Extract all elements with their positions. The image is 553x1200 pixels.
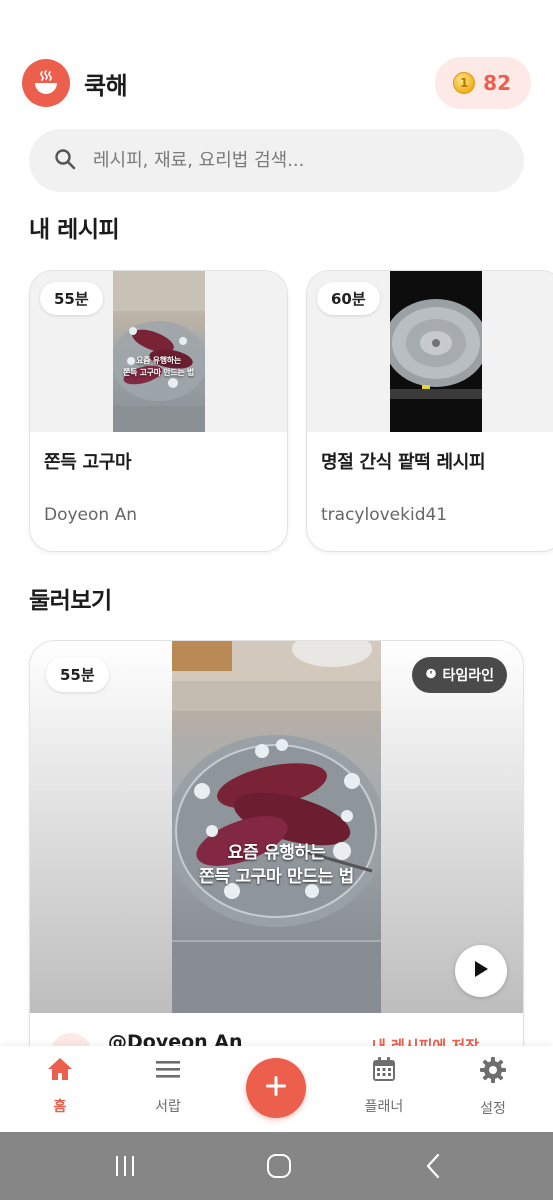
timeline-button[interactable]: 타임라인	[412, 657, 507, 693]
nav-settings-label: 설정	[480, 1101, 506, 1117]
points-badge[interactable]: 1 82	[435, 57, 531, 109]
cook-time-badge: 60분	[317, 282, 380, 315]
recipe-author: tracylovekid41	[321, 505, 448, 525]
recipe-card[interactable]: 60분 명절 간식 팥떡 레시피 tracylovekid41	[306, 270, 553, 552]
nav-home[interactable]: 홈	[20, 1056, 100, 1116]
search-bar[interactable]	[29, 129, 524, 192]
plus-icon	[263, 1073, 289, 1103]
nav-planner-label: 플래너	[364, 1099, 404, 1115]
search-input[interactable]	[93, 150, 473, 171]
gear-icon	[479, 1056, 507, 1088]
recipe-thumbnail: 요즘 유행하는 쫀득 고구마 만드는 법	[112, 271, 205, 432]
timeline-label: 타임라인	[442, 668, 494, 684]
timer-icon	[425, 667, 437, 683]
recipe-thumbnail	[389, 271, 482, 432]
rice-bowl-icon	[22, 59, 70, 107]
my-recipes-title: 내 레시피	[29, 217, 120, 243]
search-icon	[53, 147, 77, 175]
my-recipes-list: 요즘 유행하는 쫀득 고구마 만드는 법 55분 쫀득 고구마 Doyeon A…	[29, 270, 553, 552]
video-caption: 요즘 유행하는 쫀득 고구마 만드는 법	[199, 843, 354, 887]
recipe-author: Doyeon An	[44, 505, 137, 525]
add-recipe-button[interactable]	[246, 1058, 306, 1118]
nav-library[interactable]: 서랍	[128, 1056, 208, 1116]
explore-recipe-card[interactable]: 요즘 유행하는 쫀득 고구마 만드는 법 55분 타임라인 @Doyeon An…	[29, 640, 524, 1110]
video-area: 요즘 유행하는 쫀득 고구마 만드는 법 55분 타임라인	[30, 641, 523, 1013]
recent-apps-icon[interactable]	[105, 1152, 145, 1180]
points-value: 82	[483, 71, 511, 95]
recipe-card[interactable]: 요즘 유행하는 쫀득 고구마 만드는 법 55분 쫀득 고구마 Doyeon A…	[29, 270, 288, 552]
play-icon	[472, 959, 490, 983]
coin-icon: 1	[453, 72, 476, 94]
menu-icon	[154, 1056, 182, 1086]
cook-time-badge: 55분	[46, 657, 109, 692]
cook-time-badge: 55분	[40, 282, 103, 315]
video-thumbnail[interactable]: 요즘 유행하는 쫀득 고구마 만드는 법	[172, 641, 381, 1013]
nav-library-label: 서랍	[155, 1099, 181, 1115]
app-title: 쿡해	[84, 71, 128, 100]
nav-planner[interactable]: 플래너	[344, 1056, 424, 1116]
thumbnail-caption: 요즘 유행하는 쫀득 고구마 만드는 법	[123, 356, 194, 377]
home-icon	[46, 1056, 74, 1086]
brand: 쿡해	[22, 59, 128, 107]
back-icon[interactable]	[414, 1152, 454, 1180]
nav-home-label: 홈	[53, 1099, 67, 1115]
nav-settings[interactable]: 설정	[453, 1056, 533, 1118]
explore-title: 둘러보기	[29, 588, 112, 614]
bottom-navigation: 홈 서랍 플래너 설정	[0, 1046, 553, 1132]
recipe-thumbnail-area: 60분	[307, 271, 553, 432]
home-system-icon[interactable]	[259, 1152, 299, 1180]
system-navigation-bar	[0, 1132, 553, 1200]
app-header: 쿡해 1 82	[22, 57, 531, 109]
play-button[interactable]	[455, 945, 507, 997]
recipe-thumbnail-area: 요즘 유행하는 쫀득 고구마 만드는 법 55분	[30, 271, 287, 432]
calendar-icon	[370, 1056, 398, 1086]
recipe-title: 쫀득 고구마	[44, 452, 132, 473]
recipe-title: 명절 간식 팥떡 레시피	[321, 452, 486, 473]
